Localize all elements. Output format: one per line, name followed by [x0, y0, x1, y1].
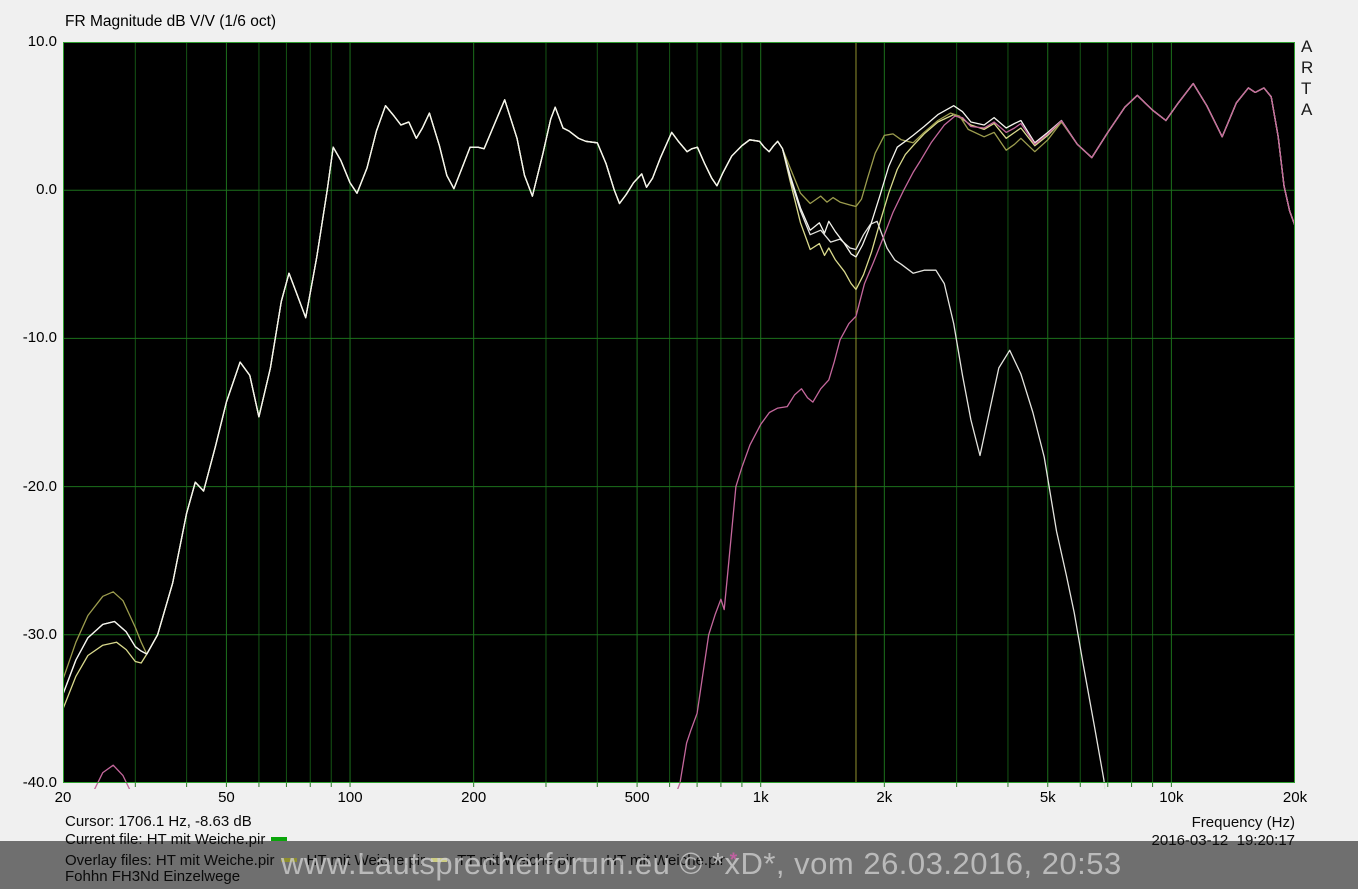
y-axis-tick-label: -20.0 — [0, 478, 57, 495]
plot-canvas[interactable] — [63, 42, 1295, 789]
y-axis-tick-label: 0.0 — [0, 181, 57, 198]
plot-title: FR Magnitude dB V/V (1/6 oct) — [65, 13, 276, 31]
overlay-file-name: HT mit Weiche.pir — [156, 852, 275, 869]
plot-background — [63, 42, 1295, 783]
current-file-line: Current file: HT mit Weiche.pir — [65, 831, 297, 848]
overlay-files-label: Overlay files: — [65, 852, 156, 869]
arta-fr-window: FR Magnitude dB V/V (1/6 oct) 10.0 0.0 -10… — [0, 0, 1358, 889]
x-axis-tick-label: 100 — [320, 789, 380, 806]
current-file-label: Current file: HT mit Weiche.pir — [65, 831, 265, 848]
y-axis-tick-label: 10.0 — [0, 33, 57, 50]
x-axis-tick-label: 20k — [1265, 789, 1325, 806]
x-axis-tick-label: 10k — [1141, 789, 1201, 806]
x-axis-tick-label: 500 — [607, 789, 667, 806]
arta-logo-vertical: A R T A — [1301, 36, 1313, 120]
x-axis-tick-label: 200 — [444, 789, 504, 806]
y-axis-tick-label: -10.0 — [0, 329, 57, 346]
x-axis-tick-label: 5k — [1018, 789, 1078, 806]
x-axis-tick-label: 1k — [731, 789, 791, 806]
x-axis-tick-label: 50 — [196, 789, 256, 806]
current-file-legend-dash — [271, 837, 287, 841]
frequency-axis-label: Frequency (Hz) — [1192, 814, 1295, 831]
cursor-readout: Cursor: 1706.1 Hz, -8.63 dB — [65, 813, 252, 830]
measurement-datetime: 2016-03-12 19:20:17 — [1152, 832, 1295, 849]
watermark-text: www.Lautsprecherforum.eu © *xD*, vom 26.… — [281, 846, 1122, 882]
x-axis-tick-label: 2k — [854, 789, 914, 806]
x-axis-tick-label: 20 — [33, 789, 93, 806]
y-axis-tick-label: -30.0 — [0, 626, 57, 643]
frequency-response-plot[interactable] — [63, 42, 1295, 783]
project-name: Fohhn FH3Nd Einzelwege — [65, 868, 240, 885]
